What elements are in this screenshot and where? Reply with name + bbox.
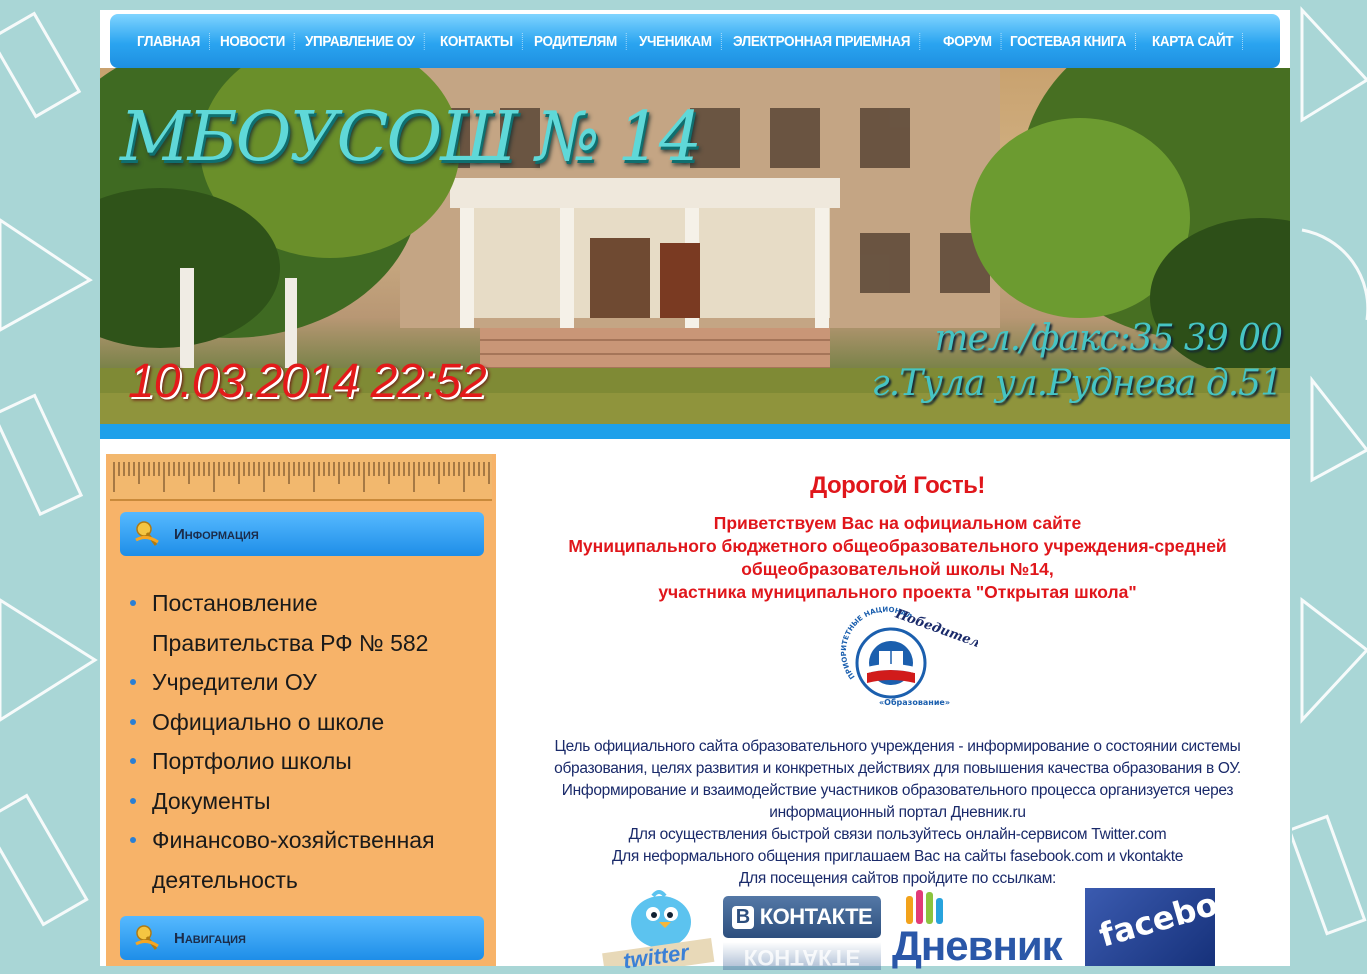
description-line: информационный портал Дневник.ru <box>769 804 1026 821</box>
vk-label: КОНТАКТЕ <box>759 904 873 929</box>
nav-item-sitemap[interactable]: КАРТА САЙТ <box>1143 32 1243 50</box>
welcome-title: Дорогой Гость! <box>810 472 985 499</box>
info-item-portfolio[interactable]: Портфолио школы <box>122 742 482 782</box>
nav-item-home[interactable]: ГЛАВНАЯ <box>128 32 210 50</box>
background-decoration-right <box>1292 0 1367 966</box>
site-description: Цель официального сайта образовательного… <box>505 736 1290 890</box>
nav-item-guestbook[interactable]: ГОСТЕВАЯ КНИГА <box>1001 32 1136 50</box>
info-block-header[interactable]: Информация <box>120 512 484 556</box>
site-title: МБОУСОШ № 14 <box>120 98 702 177</box>
current-datetime: 10.03.2014 22:52 <box>128 355 487 408</box>
school-phone: тел./факс:35 39 00 <box>934 318 1283 359</box>
top-navigation: ГЛАВНАЯ НОВОСТИ УПРАВЛЕНИЕ ОУ КОНТАКТЫ Р… <box>110 14 1280 68</box>
twitter-link[interactable]: twitter <box>595 888 715 974</box>
dnevnik-label: Дневник <box>892 922 1063 969</box>
nav-item-management[interactable]: УПРАВЛЕНИЕ ОУ <box>296 32 425 50</box>
emblem-label: «Образование» <box>879 697 950 707</box>
description-line: Для неформального общения приглашаем Вас… <box>611 848 1184 865</box>
school-address: г.Тула ул.Руднева д.51 <box>871 363 1283 404</box>
nav-item-contacts[interactable]: КОНТАКТЫ <box>431 32 523 50</box>
description-line: Для осуществления быстрой связи пользуйт… <box>628 826 1167 843</box>
page-container: ГЛАВНАЯ НОВОСТИ УПРАВЛЕНИЕ ОУ КОНТАКТЫ Р… <box>100 10 1290 974</box>
facebook-link[interactable]: facebook <box>1085 873 1263 966</box>
header-banner: МБОУСОШ № 14 10.03.2014 22:52 тел./факс:… <box>100 68 1290 424</box>
navigation-heading: Навигация <box>174 929 246 947</box>
info-item-documents[interactable]: Документы <box>122 782 482 822</box>
welcome-line: Приветствуем Вас на официальном сайте <box>713 513 1082 533</box>
education-project-emblem: ПРИОРИТЕТНЫЕ НАЦИОНАЛЬНЫЕ ПРОЕКТЫ Победи… <box>833 601 978 707</box>
description-line: Для посещения сайтов пройдите по ссылкам… <box>738 870 1057 887</box>
vk-badge: В <box>731 905 754 929</box>
nav-item-news[interactable]: НОВОСТИ <box>211 32 295 50</box>
info-heading: Информация <box>174 525 259 543</box>
nav-item-students[interactable]: УЧЕНИКАМ <box>630 32 722 50</box>
nav-item-forum[interactable]: ФОРУМ <box>934 32 1002 50</box>
sidebar: Информация Постановление Правительства Р… <box>106 454 496 966</box>
navigation-block-header[interactable]: Навигация <box>120 916 484 960</box>
info-item-finance[interactable]: Финансово-хозяйственная деятельность <box>122 821 482 900</box>
info-item-official[interactable]: Официально о школе <box>122 703 482 743</box>
info-item-decree[interactable]: Постановление Правительства РФ № 582 <box>122 584 482 663</box>
nav-item-e-reception[interactable]: ЭЛЕКТРОННАЯ ПРИЕМНАЯ <box>724 32 920 50</box>
description-line: Информирование и взаимодействие участник… <box>561 782 1234 799</box>
nav-item-parents[interactable]: РОДИТЕЛЯМ <box>525 32 627 50</box>
banner-divider <box>100 424 1290 439</box>
info-item-founders[interactable]: Учредители ОУ <box>122 663 482 703</box>
description-line: образования, целях развития и конкретных… <box>554 760 1241 777</box>
pin-icon <box>135 521 159 546</box>
info-list: Постановление Правительства РФ № 582 Учр… <box>122 584 482 900</box>
ruler-decoration <box>110 454 495 501</box>
description-line: Цель официального сайта образовательного… <box>554 738 1241 755</box>
welcome-line: общеобразовательной школы №14, <box>741 559 1054 579</box>
vkontakte-logo: В КОНТАКТЕ <box>723 896 881 938</box>
background-decoration-left <box>0 0 100 966</box>
dnevnik-link[interactable]: Дневник <box>890 888 1082 969</box>
welcome-line: Муниципального бюджетного общеобразовате… <box>568 536 1227 556</box>
pin-icon <box>135 925 159 950</box>
vkontakte-link[interactable]: В КОНТАКТЕ КОНТАКТЕ <box>723 888 883 970</box>
welcome-text: Приветствуем Вас на официальном сайте Му… <box>505 512 1290 604</box>
main-content: Дорогой Гость! Приветствуем Вас на офици… <box>505 454 1290 974</box>
